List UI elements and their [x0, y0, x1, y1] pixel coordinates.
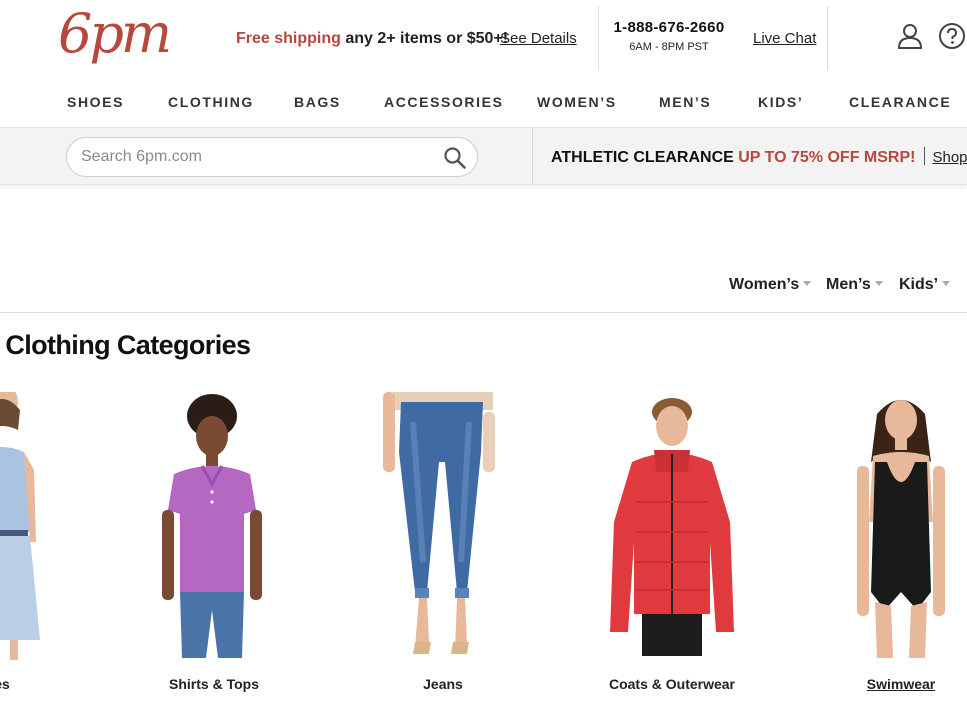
nav-kids[interactable]: KIDS’	[758, 94, 803, 110]
search-band: ATHLETIC CLEARANCE UP TO 75% OFF MSRP! Sh…	[0, 127, 967, 185]
see-details-link[interactable]: See Details	[500, 30, 577, 47]
chevron-down-icon	[803, 281, 812, 286]
chevron-down-icon	[874, 281, 883, 286]
polo-shirt-image[interactable]	[134, 392, 294, 662]
category-label[interactable]: es	[0, 676, 82, 692]
nav-bags[interactable]: BAGS	[294, 94, 341, 110]
service-hours: 6AM - 8PM PST	[629, 41, 709, 53]
account-icon[interactable]	[896, 22, 924, 50]
jeans-image[interactable]	[363, 392, 523, 662]
banner-separator	[924, 147, 926, 165]
page-title: s Clothing Categories	[0, 330, 251, 360]
category-label[interactable]: Jeans	[363, 676, 523, 692]
category-label[interactable]: Coats & Outerwear	[592, 676, 752, 692]
subnav-womens-label: Women’s	[729, 276, 800, 293]
band-divider	[532, 128, 533, 185]
promo-text: any 2+ items or $50+!	[340, 30, 509, 47]
banner-shop-link[interactable]: Shop t	[932, 149, 967, 166]
chevron-down-icon	[942, 281, 951, 286]
search-icon[interactable]	[443, 146, 467, 170]
nav-womens[interactable]: WOMEN’S	[537, 94, 617, 110]
help-icon[interactable]	[938, 22, 966, 50]
main-navigation: SHOES CLOTHING BAGS ACCESSORIES WOMEN’S …	[0, 86, 967, 118]
swimsuit-image[interactable]	[821, 392, 967, 662]
promo-highlight: Free shipping	[236, 30, 341, 47]
dress-image[interactable]	[0, 384, 82, 662]
site-header: 6pm Free shipping any 2+ items or $50+! …	[0, 0, 967, 72]
header-divider	[827, 6, 828, 70]
subnav-mens-label: Men’s	[826, 276, 871, 293]
category-label[interactable]: Shirts & Tops	[134, 676, 294, 692]
subnav-womens[interactable]: Women’s	[729, 276, 812, 294]
live-chat-link[interactable]: Live Chat	[753, 30, 816, 47]
puffer-jacket-image[interactable]	[592, 392, 752, 662]
banner-discount: UP TO 75% OFF MSRP!	[738, 149, 916, 166]
subnav-mens[interactable]: Men’s	[826, 276, 883, 294]
nav-shoes[interactable]: SHOES	[67, 94, 124, 110]
nav-mens[interactable]: MEN’S	[659, 94, 711, 110]
free-shipping-promo: Free shipping any 2+ items or $50+!	[236, 30, 508, 48]
banner-title: ATHLETIC CLEARANCE	[551, 149, 739, 166]
site-logo[interactable]: 6pm	[58, 2, 172, 66]
department-subnav: Women’s Men’s Kids’	[0, 274, 967, 300]
header-divider	[598, 6, 599, 70]
subnav-kids[interactable]: Kids’	[899, 276, 951, 294]
search-box	[66, 137, 478, 177]
nav-clothing[interactable]: CLOTHING	[168, 94, 254, 110]
nav-accessories[interactable]: ACCESSORIES	[384, 94, 504, 110]
subnav-divider	[0, 312, 967, 313]
customer-service-phone: 1-888-676-2660 6AM - 8PM PST	[600, 19, 738, 53]
nav-clearance[interactable]: CLEARANCE	[849, 94, 951, 110]
phone-number[interactable]: 1-888-676-2660	[600, 19, 738, 36]
subnav-kids-label: Kids’	[899, 276, 939, 293]
category-label[interactable]: Swimwear	[821, 676, 967, 692]
athletic-clearance-banner: ATHLETIC CLEARANCE UP TO 75% OFF MSRP! Sh…	[551, 147, 967, 167]
search-input[interactable]	[81, 146, 431, 168]
